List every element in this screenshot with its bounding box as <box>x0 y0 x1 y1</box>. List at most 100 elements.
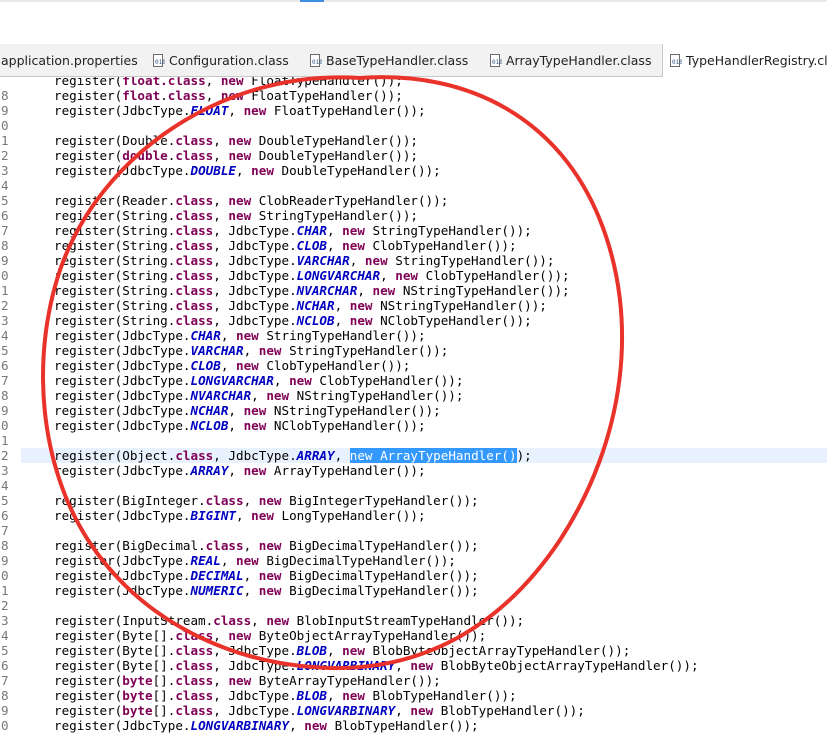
code-line[interactable]: 5 register(Byte[].class, JdbcType.BLOB, n… <box>0 643 827 658</box>
code-line[interactable]: 8 register(BigDecimal.class, new BigDecim… <box>0 538 827 553</box>
code-line[interactable]: 9 register(JdbcType.NCHAR, new NStringTyp… <box>0 403 827 418</box>
code-token: BigDecimalTypeHandler()); <box>281 538 479 553</box>
code-token: register(JdbcType. <box>54 403 191 418</box>
code-line[interactable]: 9 register(JdbcType.FLOAT, new FloatTypeH… <box>0 103 827 118</box>
code-token: register(Double. <box>54 133 176 148</box>
line-number: 2 <box>1 598 9 613</box>
code-token: NCLOB <box>190 418 229 433</box>
code-line[interactable]: 7 register(JdbcType.LONGVARCHAR, new Clob… <box>0 373 827 388</box>
line-number: 3 <box>1 313 9 328</box>
code-token: new <box>410 703 434 718</box>
line-number: 0 <box>1 268 9 283</box>
code-token: , <box>235 163 252 178</box>
code-line[interactable]: 8 register(String.class, JdbcType.CLOB, n… <box>0 238 827 253</box>
tab-label: Configuration.class <box>169 52 289 68</box>
code-line[interactable]: 0 register(String.class, JdbcType.LONGVAR… <box>0 268 827 283</box>
code-line[interactable]: 9 register(String.class, JdbcType.VARCHAR… <box>0 253 827 268</box>
code-token: class <box>213 613 252 628</box>
code-token: class <box>175 448 214 463</box>
code-line[interactable]: 7 register(String.class, JdbcType.CHAR, n… <box>0 223 827 238</box>
tab-typehandlerregistry-class[interactable]: 010 TypeHandlerRegistry.class <box>662 44 827 77</box>
code-line[interactable]: 8 register(JdbcType.NVARCHAR, new NString… <box>0 388 827 403</box>
code-line[interactable]: 6 register(JdbcType.BIGINT, new LongTypeH… <box>0 508 827 523</box>
code-token: BLOB <box>296 688 328 703</box>
code-token: new <box>349 313 373 328</box>
line-number: 8 <box>1 238 9 253</box>
code-token: register(JdbcType. <box>54 718 191 733</box>
code-token: class <box>175 673 214 688</box>
code-token: ByteArrayTypeHandler()); <box>251 673 441 688</box>
code-line[interactable]: 4 register(Byte[].class, new ByteObjectAr… <box>0 628 827 643</box>
code-line[interactable]: 1 <box>0 433 827 448</box>
code-line[interactable]: 3 register(JdbcType.ARRAY, new ArrayTypeH… <box>0 463 827 478</box>
code-token: ArrayTypeHandler()); <box>266 463 426 478</box>
code-token: new <box>342 688 365 703</box>
code-line[interactable]: 2 <box>0 598 827 613</box>
code-line[interactable]: 8 register(byte[].class, JdbcType.BLOB, n… <box>0 688 827 703</box>
line-number: 0 <box>1 568 9 583</box>
tab-basetypehandler-class[interactable]: 010 BaseTypeHandler.class <box>309 44 479 76</box>
line-number: 8 <box>1 538 9 553</box>
code-line[interactable]: 4 <box>0 178 827 193</box>
code-line-current[interactable]: 2 register(Object.class, JdbcType.ARRAY, … <box>1 448 827 463</box>
code-text: register(float.class, new FloatTypeHandl… <box>54 88 403 103</box>
code-token: new <box>228 133 252 148</box>
code-token: BlobTypeHandler()); <box>326 718 479 733</box>
code-token: register(Object. <box>54 448 176 463</box>
code-line[interactable]: 6 register(JdbcType.CLOB, new ClobTypeHan… <box>0 358 827 373</box>
code-line[interactable]: 0 <box>0 118 827 133</box>
tab-label: application.properties <box>1 52 138 68</box>
code-text: register(BigDecimal.class, new BigDecima… <box>54 538 479 553</box>
code-token: new <box>228 208 252 223</box>
code-line[interactable]: 1 register(String.class, JdbcType.NVARCHA… <box>0 283 827 298</box>
code-token: class <box>175 658 214 673</box>
code-line[interactable]: 9 register(byte[].class, JdbcType.LONGVAR… <box>0 703 827 718</box>
code-line[interactable]: 2 register(String.class, JdbcType.NCHAR, … <box>0 298 827 313</box>
tab-configuration-class[interactable]: 010 Configuration.class <box>152 44 302 76</box>
code-token: register(String. <box>54 268 176 283</box>
line-number: 7 <box>1 673 9 688</box>
code-token: ClobTypeHandler()); <box>311 373 464 388</box>
code-line[interactable]: 3 register(JdbcType.DOUBLE, new DoubleTyp… <box>0 163 827 178</box>
code-line[interactable]: 5 register(Reader.class, new ClobReaderTy… <box>0 193 827 208</box>
code-token: FloatTypeHandler()); <box>243 88 403 103</box>
code-line[interactable]: 0 register(JdbcType.DECIMAL, new BigDecim… <box>0 568 827 583</box>
code-line[interactable]: 0 register(JdbcType.NCLOB, new NClobTypeH… <box>0 418 827 433</box>
tab-label: BaseTypeHandler.class <box>326 52 469 68</box>
code-line[interactable]: 3 register(String.class, JdbcType.NCLOB, … <box>0 313 827 328</box>
code-token: BigDecimalTypeHandler()); <box>281 568 479 583</box>
code-token: new <box>372 283 396 298</box>
code-line[interactable]: 2 register(double.class, new DoubleTypeHa… <box>0 148 827 163</box>
code-line[interactable]: 1 register(Double.class, new DoubleTypeHa… <box>0 133 827 148</box>
code-line[interactable]: 1 register(JdbcType.NUMERIC, new BigDecim… <box>0 583 827 598</box>
code-line[interactable]: 5 register(JdbcType.VARCHAR, new StringTy… <box>0 343 827 358</box>
code-line[interactable]: 9 register(JdbcType.REAL, new BigDecimalT… <box>0 553 827 568</box>
code-line[interactable]: 4 <box>0 478 827 493</box>
line-number: 7 <box>1 223 9 238</box>
code-token: new <box>342 643 365 658</box>
code-line[interactable]: 8 register(float.class, new FloatTypeHand… <box>0 88 827 103</box>
code-line[interactable]: 5 register(BigInteger.class, new BigInteg… <box>0 493 827 508</box>
code-line[interactable]: 7 <box>0 523 827 538</box>
code-token: register(JdbcType. <box>54 163 191 178</box>
line-number: 2 <box>1 148 9 163</box>
tab-arraytypehandler-class[interactable]: 010 ArrayTypeHandler.class <box>489 44 654 76</box>
code-token: []. <box>152 688 176 703</box>
code-token: register(JdbcType. <box>54 553 191 568</box>
code-token: , JdbcType. <box>213 238 297 253</box>
code-line[interactable]: 0 register(JdbcType.LONGVARBINARY, new Bl… <box>0 718 827 733</box>
code-line[interactable]: 4 register(JdbcType.CHAR, new StringTypeH… <box>0 328 827 343</box>
code-line[interactable]: 3 register(InputStream.class, new BlobInp… <box>0 613 827 628</box>
code-text: register(Double.class, new DoubleTypeHan… <box>54 133 418 148</box>
code-line[interactable]: 6 register(String.class, new StringTypeHa… <box>0 208 827 223</box>
code-token: class <box>175 253 214 268</box>
code-line[interactable]: 6 register(Byte[].class, JdbcType.LONGVAR… <box>0 658 827 673</box>
line-number: 7 <box>1 523 9 538</box>
code-text: register(String.class, JdbcType.LONGVARC… <box>54 268 570 283</box>
code-token: BigDecimalTypeHandler()); <box>258 553 456 568</box>
code-editor[interactable]: register(float.class, new FloatTypeHandl… <box>0 77 827 733</box>
code-line[interactable]: 7 register(byte[].class, new ByteArrayTyp… <box>0 673 827 688</box>
code-line[interactable]: register(float.class, new FloatTypeHandl… <box>0 77 827 88</box>
tab-application-properties[interactable]: application.properties <box>0 44 145 76</box>
code-token: , <box>213 208 229 223</box>
